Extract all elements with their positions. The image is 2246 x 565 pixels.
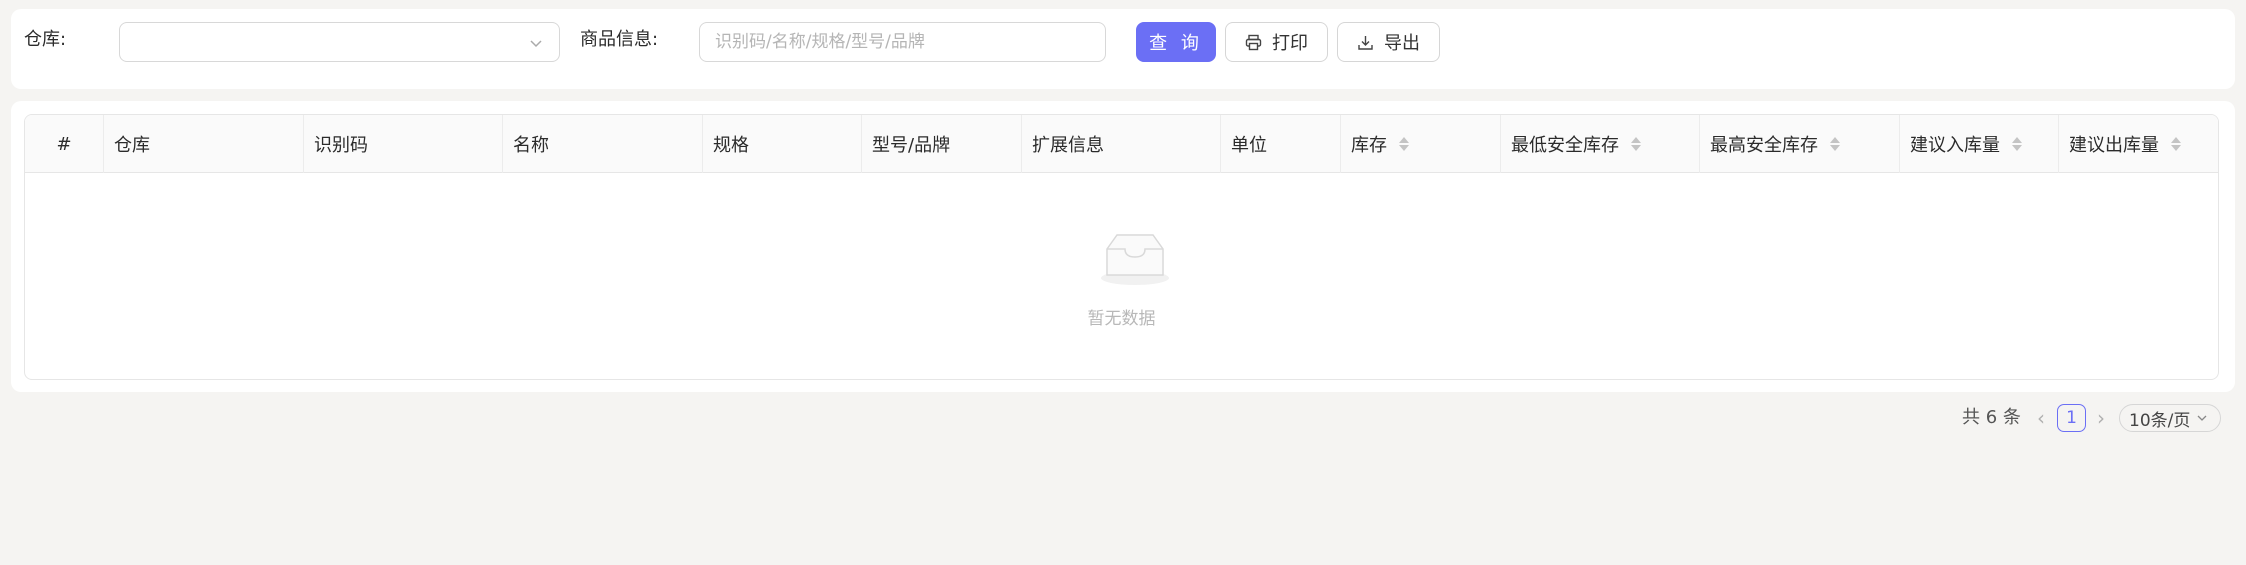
column-label: 仓库 xyxy=(114,135,150,156)
column-header-extra: 扩展信息 xyxy=(1022,115,1221,173)
column-header-spec: 规格 xyxy=(703,115,862,173)
column-label: 单位 xyxy=(1231,135,1267,156)
printer-icon xyxy=(1245,34,1262,50)
table-header: # 仓库 识别码 名称 规格 型号/品牌 扩展信息 单位 库存 最低安全库存 最… xyxy=(25,115,2218,173)
chevron-left-icon[interactable]: ‹ xyxy=(2032,403,2050,433)
table-panel: # 仓库 识别码 名称 规格 型号/品牌 扩展信息 单位 库存 最低安全库存 最… xyxy=(11,101,2235,392)
sort-icon[interactable] xyxy=(2171,137,2181,151)
product-info-input[interactable] xyxy=(699,22,1106,62)
empty-state: 暂无数据 xyxy=(25,173,2218,379)
export-button-label: 导出 xyxy=(1384,33,1420,54)
pagination-total: 共 6 条 xyxy=(1962,407,2021,428)
column-header-index: # xyxy=(25,115,104,173)
print-button-label: 打印 xyxy=(1272,33,1308,54)
page-size-value: 10条/页 xyxy=(2129,410,2191,431)
product-info-label: 商品信息: xyxy=(580,29,659,50)
chevron-down-icon xyxy=(2197,415,2207,421)
column-label: 识别码 xyxy=(314,135,368,156)
query-button-label: 查 询 xyxy=(1149,33,1203,54)
column-header-code: 识别码 xyxy=(304,115,503,173)
sort-icon[interactable] xyxy=(1830,137,1840,151)
column-header-model-brand: 型号/品牌 xyxy=(862,115,1022,173)
chevron-right-icon[interactable]: › xyxy=(2092,403,2110,433)
query-button[interactable]: 查 询 xyxy=(1136,22,1216,62)
empty-text: 暂无数据 xyxy=(1087,309,1156,329)
column-label: 扩展信息 xyxy=(1032,135,1104,156)
inventory-table: # 仓库 识别码 名称 规格 型号/品牌 扩展信息 单位 库存 最低安全库存 最… xyxy=(24,114,2219,380)
column-header-suggest-out[interactable]: 建议出库量 xyxy=(2059,115,2218,173)
column-label: 最高安全库存 xyxy=(1710,135,1818,156)
pagination-page-1[interactable]: 1 xyxy=(2057,404,2086,432)
column-label: 最低安全库存 xyxy=(1511,135,1619,156)
sort-icon[interactable] xyxy=(1399,137,1409,151)
warehouse-select[interactable] xyxy=(119,22,560,62)
column-label: 库存 xyxy=(1351,135,1387,156)
column-header-warehouse: 仓库 xyxy=(104,115,304,173)
column-header-stock[interactable]: 库存 xyxy=(1341,115,1501,173)
column-label: 名称 xyxy=(513,135,549,156)
column-header-min-safe[interactable]: 最低安全库存 xyxy=(1501,115,1700,173)
column-header-name: 名称 xyxy=(503,115,703,173)
column-label: # xyxy=(56,133,72,155)
column-label: 建议出库量 xyxy=(2069,135,2159,156)
filter-panel: 仓库: 商品信息: 查 询 打印 导出 xyxy=(11,9,2235,89)
column-label: 建议入库量 xyxy=(1910,135,2000,156)
page-size-select[interactable]: 10条/页 xyxy=(2119,404,2221,432)
column-label: 型号/品牌 xyxy=(872,135,951,156)
export-button[interactable]: 导出 xyxy=(1337,22,1440,62)
column-label: 规格 xyxy=(713,135,749,156)
column-header-suggest-in[interactable]: 建议入库量 xyxy=(1900,115,2059,173)
chevron-down-icon xyxy=(530,40,542,48)
column-header-max-safe[interactable]: 最高安全库存 xyxy=(1700,115,1900,173)
print-button[interactable]: 打印 xyxy=(1225,22,1328,62)
download-icon xyxy=(1358,35,1373,50)
warehouse-label: 仓库: xyxy=(24,29,67,50)
sort-icon[interactable] xyxy=(1631,137,1641,151)
sort-icon[interactable] xyxy=(2012,137,2022,151)
column-header-unit: 单位 xyxy=(1221,115,1341,173)
empty-inbox-icon xyxy=(1101,234,1169,285)
